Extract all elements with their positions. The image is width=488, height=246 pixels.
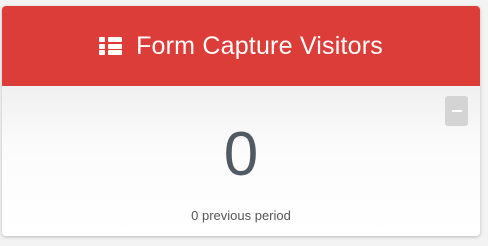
previous-period-text: 0 previous period bbox=[191, 208, 291, 223]
widget-header: Form Capture Visitors bbox=[2, 6, 480, 86]
widget-body: 0 0 previous period bbox=[2, 86, 480, 236]
form-capture-visitors-widget: Form Capture Visitors 0 0 previous perio… bbox=[2, 6, 480, 236]
metric-value: 0 bbox=[223, 120, 259, 189]
minus-icon bbox=[451, 110, 462, 112]
list-icon bbox=[99, 37, 123, 55]
widget-title: Form Capture Visitors bbox=[136, 31, 383, 60]
